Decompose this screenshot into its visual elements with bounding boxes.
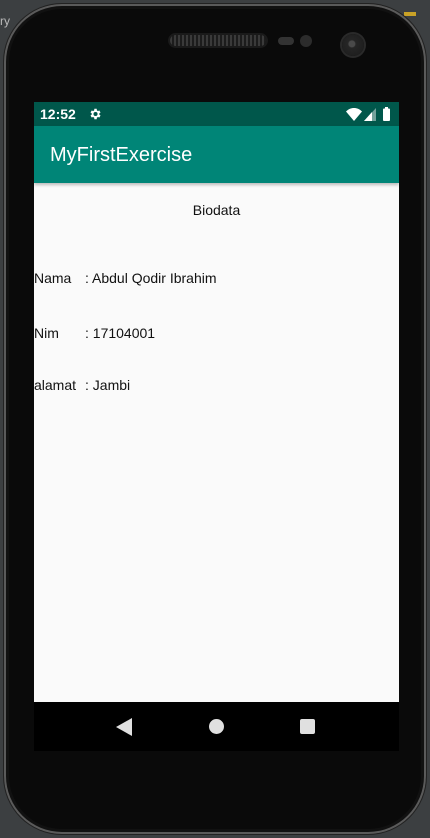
proximity-sensor [278,37,294,45]
app-title: MyFirstExercise [50,144,193,166]
biodata-row-alamat: alamat : Jambi [34,377,130,393]
biodata-row-nim: Nim : 17104001 [34,325,155,341]
light-sensor [300,35,312,47]
field-value: : Jambi [85,377,131,393]
ide-marker [404,12,416,16]
gear-icon [90,108,101,120]
field-value: : Abdul Qodir Ibrahim [85,270,217,286]
field-label: Nim [34,325,59,341]
biodata-row-nama: Nama : Abdul Qodir Ibrahim [34,270,217,286]
front-camera [342,34,364,56]
home-icon[interactable] [209,719,224,734]
app-toolbar: MyFirstExercise [34,126,399,183]
back-icon[interactable] [116,718,132,736]
main-content: Biodata Nama : Abdul Qodir Ibrahim Nim : 1… [34,183,399,702]
field-label: alamat [34,377,77,393]
ide-text-fragment: ry [0,14,10,28]
device-screen: 12:52 MyFirstExercise Biodata Nama : Abdu… [34,102,399,751]
battery-icon [383,107,390,121]
wifi-icon [346,108,362,121]
field-value: : 17104001 [85,325,156,341]
recents-icon[interactable] [300,719,315,734]
earpiece-speaker [170,35,266,46]
signal-icon [364,108,376,121]
biodata-heading: Biodata [192,202,241,218]
field-label: Nama [34,270,72,286]
status-bar: 12:52 [34,102,399,126]
status-time: 12:52 [40,106,76,122]
navigation-bar [34,702,399,751]
